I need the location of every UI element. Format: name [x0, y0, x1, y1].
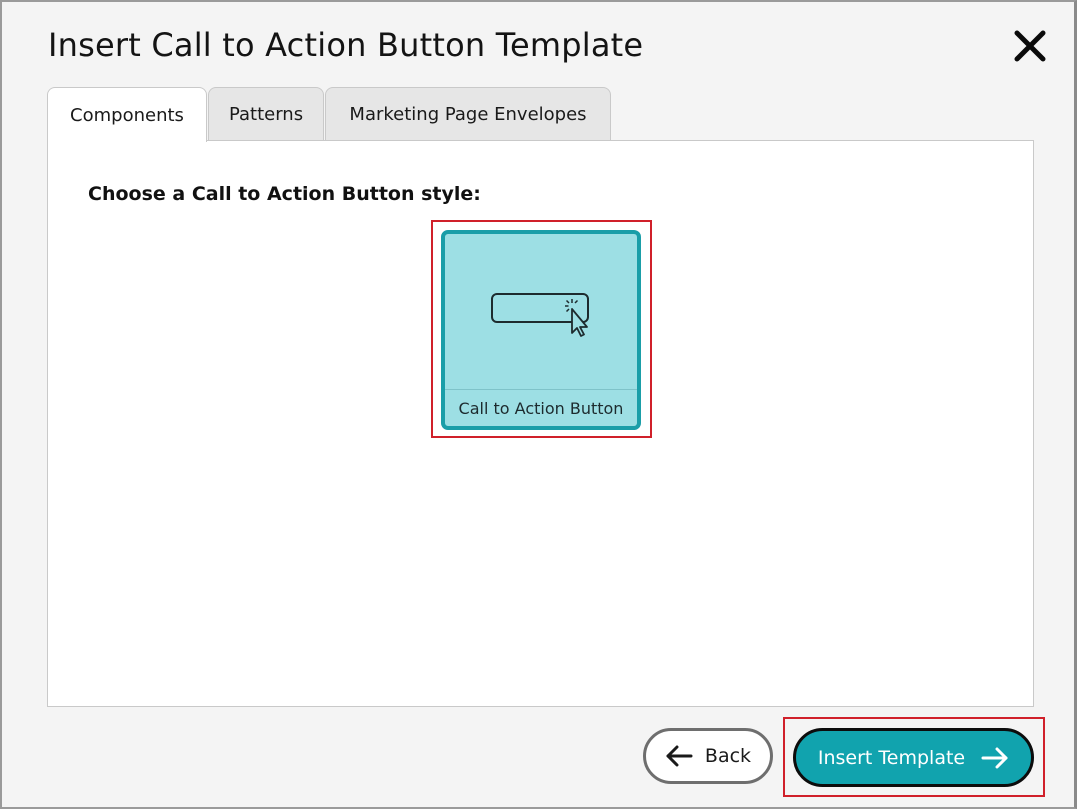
tab-bar: Components Patterns Marketing Page Envel…: [47, 87, 612, 142]
back-button[interactable]: Back: [643, 728, 773, 784]
tab-label: Marketing Page Envelopes: [349, 104, 587, 125]
dialog-title: Insert Call to Action Button Template: [48, 26, 644, 64]
tab-label: Patterns: [228, 104, 304, 125]
arrow-right-icon: [981, 747, 1008, 768]
insert-template-button[interactable]: Insert Template: [793, 728, 1034, 787]
arrow-left-icon: [666, 745, 693, 767]
card-divider: [445, 389, 637, 390]
card-label: Call to Action Button: [458, 399, 624, 418]
insert-template-label: Insert Template: [817, 746, 966, 769]
tab-panel-components: Choose a Call to Action Button style: Ca…: [47, 140, 1034, 707]
dialog-window: Insert Call to Action Button Template Co…: [0, 0, 1077, 809]
close-icon: [1014, 30, 1046, 62]
tab-label: Components: [70, 104, 184, 126]
tab-patterns[interactable]: Patterns: [208, 87, 324, 141]
choose-style-prompt: Choose a Call to Action Button style:: [88, 183, 481, 205]
close-button[interactable]: [1008, 26, 1052, 66]
template-card-call-to-action[interactable]: Call to Action Button: [441, 230, 641, 430]
back-button-label: Back: [704, 745, 752, 767]
cta-button-cursor-icon: [491, 293, 589, 337]
tab-components[interactable]: Components: [47, 87, 207, 142]
tab-marketing-page-envelopes[interactable]: Marketing Page Envelopes: [325, 87, 611, 141]
